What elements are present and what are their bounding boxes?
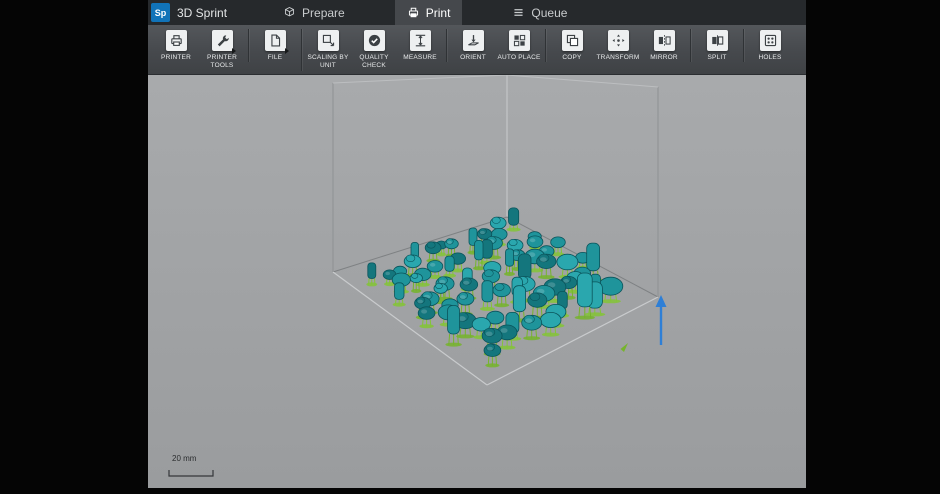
topbar: Sp 3D Sprint Prepare Print Queue	[148, 0, 806, 25]
toolbar-button-label: AUTO PLACE	[497, 54, 541, 61]
toolbar-button-printer-tools[interactable]: PRINTER TOOLS	[199, 29, 245, 71]
holes-icon	[759, 30, 781, 51]
printer-icon	[407, 6, 420, 19]
measure-icon	[409, 30, 431, 51]
tab-label: Queue	[531, 5, 568, 20]
toolbar-button-label: QUALITY CHECK	[359, 54, 389, 70]
scaling-icon	[317, 30, 339, 51]
build-platform-scene	[332, 75, 667, 386]
toolbar-button-mirror[interactable]: MIRROR	[641, 29, 687, 62]
flyout-arrow-icon	[285, 48, 289, 54]
toolbar-button-scaling-by-unit[interactable]: SCALING BY UNIT	[305, 29, 351, 71]
screen: { "app": { "logo_text": "Sp", "title": "…	[0, 0, 940, 494]
toolbar-button-transform[interactable]: TRANSFORM	[595, 29, 641, 62]
toolbar-button-label: MIRROR	[650, 54, 678, 61]
quality-check-icon	[363, 30, 385, 51]
toolbar-button-label: HOLES	[758, 54, 782, 61]
scale-bar-label: 20 mm	[172, 454, 197, 463]
toolbar-group: SCALING BY UNIT QUALITY CHECK MEASURE	[301, 29, 446, 71]
toolbar-button-label: FILE	[267, 54, 283, 61]
file-icon	[264, 30, 286, 51]
toolbar-group: FILE	[248, 29, 301, 63]
toolbar-button-label: PRINTER TOOLS	[207, 54, 237, 70]
toolbar-button-label: MEASURE	[403, 54, 437, 61]
toolbar-button-label: ORIENT	[460, 54, 486, 61]
viewport-3d[interactable]: 20 mm	[148, 75, 806, 488]
split-icon	[706, 30, 728, 51]
toolbar-button-label: TRANSFORM	[596, 54, 640, 61]
printer-icon	[165, 30, 187, 51]
toolbar-group: ORIENT AUTO PLACE	[446, 29, 545, 63]
auto-place-icon	[508, 30, 530, 51]
toolbar-group: SPLIT	[690, 29, 743, 63]
toolbar-button-label: PRINTER	[161, 54, 191, 61]
tab-print[interactable]: Print	[394, 0, 463, 25]
flyout-arrow-icon	[232, 48, 236, 54]
toolbar-button-holes[interactable]: HOLES	[747, 29, 793, 62]
toolbar-button-label: SPLIT	[707, 54, 727, 61]
toolbar-button-orient[interactable]: ORIENT	[450, 29, 496, 62]
tab-label: Prepare	[302, 5, 345, 20]
scale-bar-ruler-icon	[168, 470, 214, 477]
topbar-tabs: Prepare Print Queue	[271, 0, 579, 25]
tab-queue[interactable]: Queue	[500, 0, 579, 25]
toolbar-button-file[interactable]: FILE	[252, 29, 298, 62]
toolbar-group: COPY TRANSFORM MIRROR	[545, 29, 690, 63]
transform-icon	[607, 30, 629, 51]
orient-icon	[462, 30, 484, 51]
app-title: 3D Sprint	[177, 5, 228, 20]
toolbar-button-label: SCALING BY UNIT	[307, 54, 349, 70]
tab-prepare[interactable]: Prepare	[271, 0, 357, 25]
toolbar-button-label: COPY	[562, 54, 582, 61]
menu-icon	[512, 6, 525, 19]
app-logo: Sp	[151, 3, 170, 22]
scale-bar: 20 mm	[168, 454, 216, 482]
toolbar-button-printer[interactable]: PRINTER	[153, 29, 199, 71]
app-window: Sp 3D Sprint Prepare Print Queue PRINTER PR…	[148, 0, 806, 488]
toolbar-button-measure[interactable]: MEASURE	[397, 29, 443, 71]
mirror-icon	[653, 30, 675, 51]
wrench-icon	[211, 30, 233, 51]
toolbar: PRINTER PRINTER TOOLS FILE SCALING BY UNIT Q…	[148, 25, 806, 75]
cube-icon	[283, 6, 296, 19]
toolbar-group: PRINTER PRINTER TOOLS	[150, 29, 248, 71]
copy-icon	[561, 30, 583, 51]
toolbar-button-auto-place[interactable]: AUTO PLACE	[496, 29, 542, 62]
toolbar-button-copy[interactable]: COPY	[549, 29, 595, 62]
tab-label: Print	[425, 5, 451, 20]
toolbar-button-split[interactable]: SPLIT	[694, 29, 740, 62]
toolbar-group: HOLES	[743, 29, 796, 63]
toolbar-button-quality-check[interactable]: QUALITY CHECK	[351, 29, 397, 71]
